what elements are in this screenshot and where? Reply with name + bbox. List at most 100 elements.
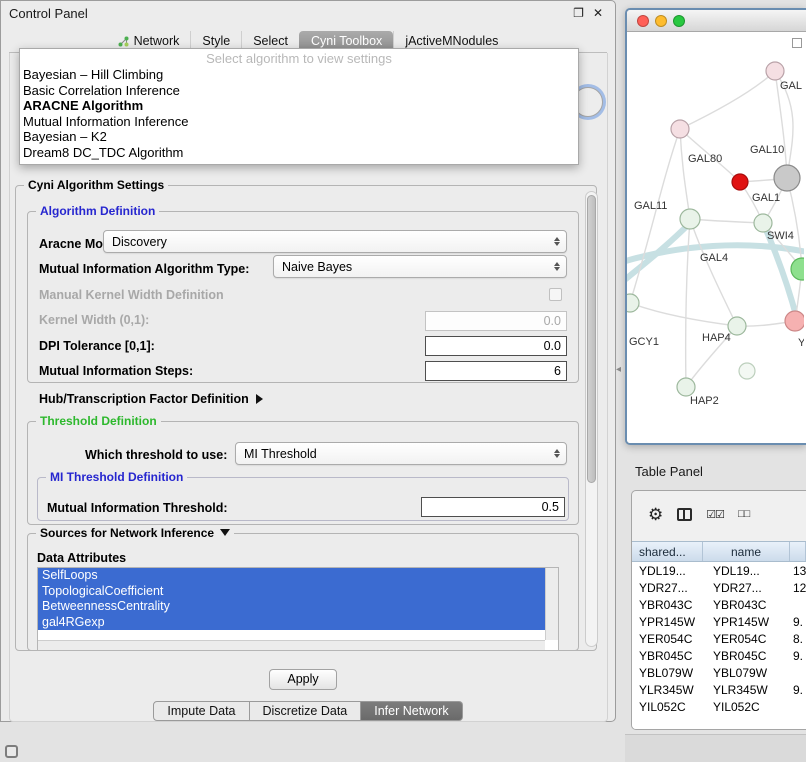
algorithm-option[interactable]: Bayesian – Hill Climbing [20,67,578,83]
panel-collapse-icon[interactable]: ◂ [616,364,621,375]
table-body: YDL19...YDL19...13YDR27...YDR27...12YBR0… [632,562,806,715]
mi-threshold-field[interactable] [421,497,565,517]
tab-infer-network[interactable]: Infer Network [361,701,462,721]
select-all-checks-icon[interactable]: ☑☑ [706,508,724,521]
mi-steps-field[interactable] [425,361,567,381]
network-canvas[interactable]: GALGAL80GAL10GAL11GAL1SWI4GAL4GCY1HAP4HA… [627,33,806,443]
panel-dock-icon[interactable] [5,745,18,758]
data-attributes-list: SelfLoopsTopologicalCoefficientBetweenne… [38,568,545,640]
network-node[interactable] [677,378,695,396]
algorithm-option[interactable]: Bayesian – K2 [20,129,578,145]
column-header-name[interactable]: name [703,542,790,561]
table-cell: YBL079W [703,666,790,680]
dpi-tolerance-label: DPI Tolerance [0,1]: [39,339,155,353]
table-row[interactable]: YBR045CYBR045C9. [632,647,806,664]
control-panel-titlebar: Control Panel ❐ ✕ [1,1,615,25]
sources-expander[interactable]: Sources for Network Inference [36,526,234,540]
attribute-item[interactable]: TopologicalCoefficient [38,584,545,600]
table-cell: YDR27... [632,581,703,595]
close-window-icon[interactable]: ✕ [593,7,603,19]
columns-icon[interactable] [677,508,692,521]
table-row[interactable]: YPR145WYPR145W9. [632,613,806,630]
table-header-row: shared...name [632,541,806,562]
algorithm-option[interactable]: ARACNE Algorithm [20,98,578,114]
network-node[interactable] [627,294,639,312]
group-title: Cyni Algorithm Settings [24,178,168,192]
table-row[interactable]: YDR27...YDR27...12 [632,579,806,596]
node-label: GAL80 [688,153,722,165]
algorithm-option[interactable]: Mutual Information Inference [20,114,578,130]
tab-discretize-data[interactable]: Discretize Data [250,701,362,721]
which-threshold-select[interactable]: MI Threshold [235,442,567,465]
node-label: GAL1 [752,192,780,204]
column-header-2[interactable] [790,542,806,561]
data-attributes-listbox: SelfLoopsTopologicalCoefficientBetweenne… [37,567,559,651]
node-label: SWI4 [767,230,794,242]
network-node[interactable] [774,165,800,191]
aracne-mode-select[interactable]: Discovery [103,230,567,253]
manual-kernel-checkbox[interactable] [549,288,562,301]
settings-scrollbar[interactable] [585,191,598,647]
table-row[interactable]: YER054CYER054C8. [632,630,806,647]
tab-label: Style [202,34,230,48]
data-attributes-label: Data Attributes [37,551,126,565]
table-cell: YBL079W [632,666,703,680]
float-window-icon[interactable]: ❐ [573,7,584,19]
table-row[interactable]: YLR345WYLR345W9. [632,681,806,698]
network-node[interactable] [785,311,804,331]
network-node[interactable] [671,120,689,138]
table-cell: 9. [790,615,806,629]
network-node[interactable] [680,209,700,229]
mi-type-select[interactable]: Naive Bayes [273,255,567,278]
network-node[interactable] [739,363,755,379]
attribute-item[interactable]: gal4RGexp [38,615,545,631]
algorithm-option[interactable]: Dream8 DC_TDC Algorithm [20,145,578,161]
expand-down-icon [220,529,230,536]
which-threshold-value: MI Threshold [244,447,550,461]
attributes-horizontal-scrollbar[interactable] [38,640,545,650]
table-row[interactable]: YIL052CYIL052C [632,698,806,715]
table-cell: YIL052C [632,700,703,714]
mi-type-label: Mutual Information Algorithm Type: [39,262,249,276]
column-header-shared-[interactable]: shared... [632,542,703,561]
group-title: Threshold Definition [36,414,161,428]
network-node[interactable] [732,174,748,190]
table-cell: YLR345W [632,683,703,697]
node-table: shared...name YDL19...YDL19...13 YDR27...… [632,541,806,729]
table-cell: 9. [790,649,806,663]
attributes-vertical-scrollbar[interactable] [545,568,558,640]
hub-definition-expander[interactable]: Hub/Transcription Factor Definition [39,392,263,406]
table-row[interactable]: YDL19...YDL19...13 [632,562,806,579]
node-label: Y [798,337,804,349]
attribute-item[interactable]: SelfLoops [38,568,545,584]
dpi-tolerance-field[interactable] [425,336,567,356]
traffic-light-minimize[interactable] [655,15,667,27]
traffic-light-close[interactable] [637,15,649,27]
sources-title: Sources for Network Inference [40,526,214,540]
tab-label: Select [253,34,288,48]
apply-button[interactable]: Apply [269,669,337,690]
scrollbar-thumb[interactable] [587,195,596,483]
mi-type-value: Naive Bayes [282,260,550,274]
kernel-width-field[interactable] [425,311,567,331]
table-row[interactable]: YBL079WYBL079W [632,664,806,681]
algorithm-option[interactable]: Basic Correlation Inference [20,83,578,99]
canvas-corner-box[interactable] [792,38,802,48]
hub-definition-label: Hub/Transcription Factor Definition [39,392,249,406]
group-title: Algorithm Definition [36,204,159,218]
network-node[interactable] [766,62,784,80]
network-node[interactable] [791,258,804,280]
table-cell: YER054C [703,632,790,646]
table-cell: 8. [790,632,806,646]
unselect-all-boxes-icon[interactable]: □□ [738,508,749,520]
node-label: GAL4 [700,252,728,264]
attribute-item[interactable]: BetweennessCentrality [38,599,545,615]
traffic-light-zoom[interactable] [673,15,685,27]
network-icon [118,36,129,47]
table-row[interactable]: YBR043CYBR043C [632,596,806,613]
gear-icon[interactable]: ⚙ [648,506,663,523]
table-cell: YIL052C [703,700,790,714]
tab-impute-data[interactable]: Impute Data [153,701,249,721]
table-cell: 9. [790,683,806,697]
table-cell: 12 [790,581,806,595]
